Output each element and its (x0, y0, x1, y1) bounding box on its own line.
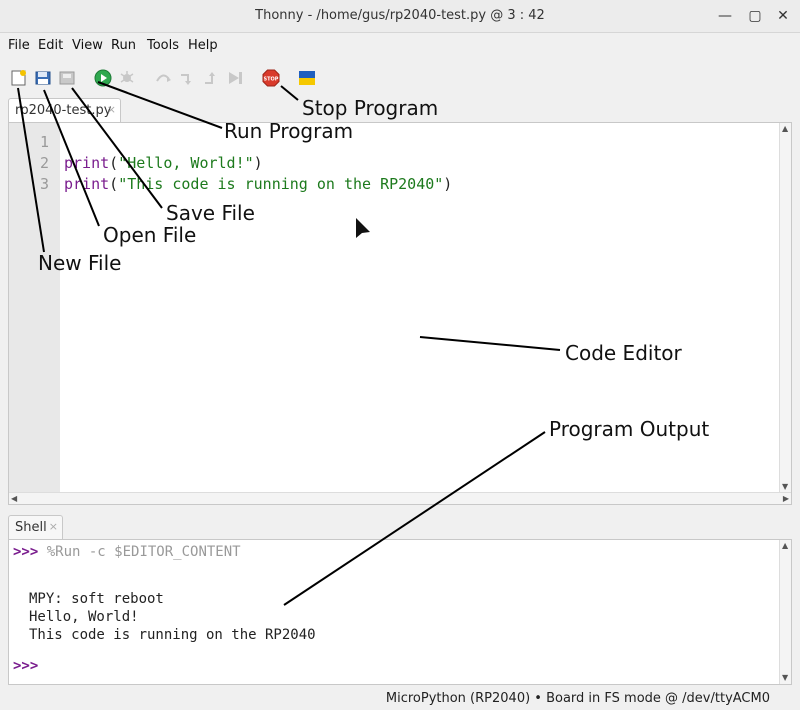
line-number: 3 (39, 175, 49, 193)
run-program-icon[interactable] (94, 69, 112, 87)
title-bar: Thonny - /home/gus/rp2040-test.py @ 3 : … (0, 0, 800, 33)
line-number-gutter: 1 2 3 (9, 123, 60, 493)
shell-output-line: This code is running on the RP2040 (29, 627, 316, 643)
tab-rp2040-test[interactable]: rp2040-test.py × (8, 98, 121, 122)
scroll-down-icon[interactable]: ▼ (782, 482, 788, 492)
shell-command: %Run -c $EDITOR_CONTENT (46, 544, 241, 560)
code-paren: ( (109, 154, 119, 172)
code-paren: ) (253, 154, 263, 172)
line-number: 2 (39, 154, 49, 172)
maximize-button[interactable]: ▢ (745, 6, 765, 26)
tab-shell[interactable]: Shell × (8, 515, 63, 539)
ukraine-flag-icon[interactable] (298, 69, 316, 87)
editor-tab-label: rp2040-test.py (15, 103, 112, 118)
new-file-icon[interactable] (10, 69, 28, 87)
scroll-up-icon[interactable]: ▲ (782, 124, 788, 134)
stop-program-icon[interactable]: STOP (262, 69, 280, 87)
step-into-icon[interactable] (178, 69, 196, 87)
scroll-left-icon[interactable]: ◀ (11, 494, 17, 504)
code-keyword: print (64, 175, 110, 193)
code-line[interactable]: print("Hello, World!") (64, 154, 263, 172)
step-over-icon[interactable] (154, 69, 172, 87)
shell-command-line: >>> %Run -c $EDITOR_CONTENT (13, 544, 241, 560)
line-number: 1 (39, 133, 49, 151)
code-string: "Hello, World!" (118, 154, 254, 172)
code-line[interactable]: print("This code is running on the RP204… (64, 175, 452, 193)
shell-input-line[interactable]: >>> (13, 658, 38, 674)
shell-tab-label: Shell (15, 520, 47, 535)
shell-prompt: >>> (13, 658, 39, 674)
menu-edit[interactable]: Edit (38, 38, 63, 53)
menu-bar: File Edit View Run Tools Help (0, 33, 800, 57)
status-bar: MicroPython (RP2040) • Board in FS mode … (0, 688, 800, 710)
shell-vertical-scrollbar[interactable]: ▲ ▼ (779, 540, 791, 684)
step-out-icon[interactable] (202, 69, 220, 87)
shell-output-line: Hello, World! (29, 609, 139, 625)
shell-panel[interactable]: >>> %Run -c $EDITOR_CONTENT MPY: soft re… (8, 539, 792, 685)
menu-help[interactable]: Help (188, 38, 218, 53)
code-paren: ) (443, 175, 453, 193)
interpreter-status[interactable]: MicroPython (RP2040) • Board in FS mode … (386, 691, 770, 706)
debug-icon[interactable] (118, 69, 136, 87)
code-string: "This code is running on the RP2040" (118, 175, 444, 193)
code-keyword: print (64, 154, 110, 172)
scroll-down-icon[interactable]: ▼ (782, 673, 788, 683)
save-file-icon[interactable] (58, 69, 76, 87)
scroll-right-icon[interactable]: ▶ (783, 494, 789, 504)
minimize-button[interactable]: — (715, 6, 735, 26)
resume-icon[interactable] (226, 69, 244, 87)
annotation-stop-program: Stop Program (302, 96, 438, 120)
code-editor[interactable]: 1 2 3 print("Hello, World!") print("This… (8, 122, 792, 505)
scroll-up-icon[interactable]: ▲ (782, 541, 788, 551)
open-file-icon[interactable] (34, 69, 52, 87)
toolbar: STOP (0, 57, 800, 97)
close-button[interactable]: ✕ (773, 6, 793, 26)
editor-vertical-scrollbar[interactable]: ▲ ▼ (779, 123, 791, 493)
editor-horizontal-scrollbar[interactable]: ◀ ▶ (9, 492, 791, 504)
editor-tab-close-icon[interactable]: × (107, 103, 116, 116)
stop-icon-text: STOP (264, 77, 279, 83)
code-paren: ( (109, 175, 119, 193)
shell-tab-close-icon[interactable]: × (49, 520, 58, 533)
menu-view[interactable]: View (72, 38, 103, 53)
shell-output-line: MPY: soft reboot (29, 591, 164, 607)
menu-file[interactable]: File (8, 38, 30, 53)
menu-tools[interactable]: Tools (147, 38, 179, 53)
window-title: Thonny - /home/gus/rp2040-test.py @ 3 : … (255, 8, 545, 23)
shell-prompt: >>> (13, 544, 39, 560)
menu-run[interactable]: Run (111, 38, 136, 53)
